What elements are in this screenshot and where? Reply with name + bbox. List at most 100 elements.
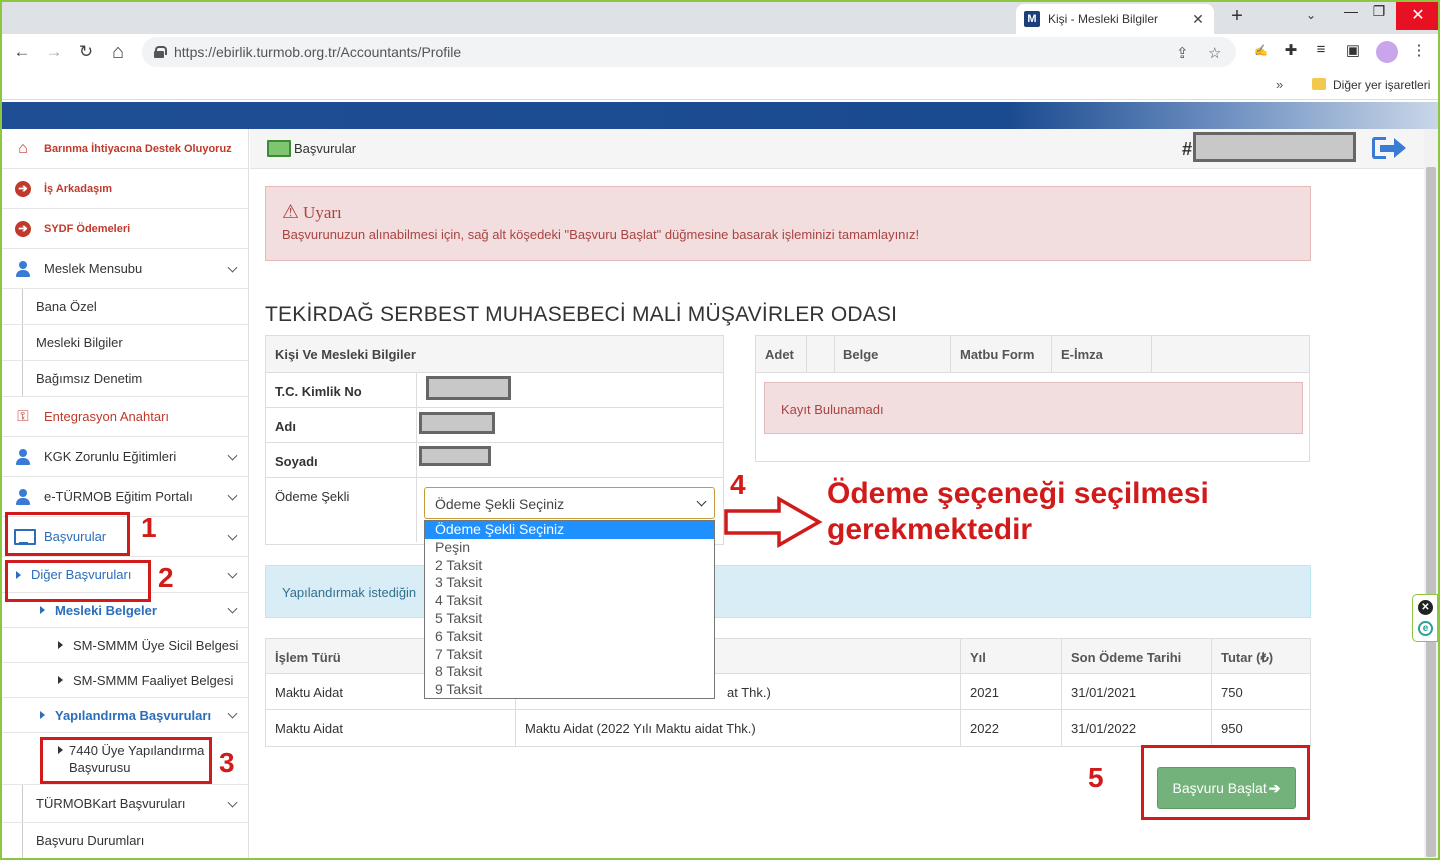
folder-icon[interactable] xyxy=(1312,78,1326,90)
restore-button[interactable]: ❐ xyxy=(1364,3,1394,20)
reading-list-icon[interactable]: ≡ xyxy=(1310,41,1332,58)
documents-header: Adet Belge Matbu Form E-İmza xyxy=(756,336,1309,373)
sidebar-item-label: İş Arkadaşım xyxy=(44,182,113,195)
scroll-thumb[interactable] xyxy=(1426,167,1436,857)
column-header: Adet xyxy=(765,347,794,362)
member-number-prefix: # xyxy=(1182,139,1193,159)
fees-table: İşlem Türü Yıl Son Ödeme Tarihi Tutar (₺… xyxy=(265,638,1311,747)
annotation-box-3 xyxy=(40,737,212,784)
browser-menu-icon[interactable]: ⋮ xyxy=(1408,41,1430,59)
sidebar-item-label: Bağımsız Denetim xyxy=(36,371,143,386)
annotation-callout: Ödeme şeçeneği seçilmesi gerekmektedir xyxy=(827,477,1209,546)
sidebar-item-bana-ozel[interactable]: Bana Özel xyxy=(2,289,248,325)
tab-search-icon[interactable]: ⌄ xyxy=(1306,8,1316,22)
tc-label: T.C. Kimlik No xyxy=(275,384,362,399)
table-cell: 2021 xyxy=(960,674,1060,709)
browser-tab[interactable]: M Kişi - Mesleki Bilgiler ✕ xyxy=(1016,4,1214,34)
sidebar-item-turmobkart[interactable]: TÜRMOBKart Başvuruları xyxy=(2,785,248,823)
sidebar-item-eturmob[interactable]: e-TÜRMOB Eğitim Portalı xyxy=(2,477,248,517)
annotation-number-3: 3 xyxy=(219,747,235,778)
sidebar-item-sydf[interactable]: ➔ SYDF Ödemeleri xyxy=(2,209,248,249)
side-panel-icon[interactable]: ▣ xyxy=(1342,41,1364,59)
user-icon xyxy=(15,260,31,277)
site-banner xyxy=(2,102,1438,129)
sidebar-item-yapilandirma[interactable]: Yapılandırma Başvuruları xyxy=(2,698,248,733)
minimize-button[interactable]: — xyxy=(1336,3,1366,19)
dropdown-option[interactable]: 6 Taksit xyxy=(425,628,714,646)
sidebar-item-housing-support[interactable]: ⌂ Barınma İhtiyacına Destek Oluyoruz xyxy=(2,129,248,169)
dropdown-option[interactable]: 4 Taksit xyxy=(425,592,714,610)
table-row: Maktu Aidat Maktu Aidat (2022 Yılı Maktu… xyxy=(266,710,1310,746)
home-icon[interactable]: ⌂ xyxy=(106,40,130,64)
payment-label: Ödeme Şekli xyxy=(275,489,350,504)
dropdown-option[interactable]: Ödeme Şekli Seçiniz xyxy=(425,521,714,539)
dropdown-option[interactable]: 7 Taksit xyxy=(425,646,714,664)
page-scrollbar[interactable] xyxy=(1424,129,1438,860)
info-bar: Yapılandırmak istediğin xyxy=(265,565,1311,618)
monitor-icon xyxy=(267,140,291,158)
url-text[interactable]: https://ebirlik.turmob.org.tr/Accountant… xyxy=(174,44,461,60)
sidebar-item-label: SM-SMMM Üye Sicil Belgesi xyxy=(73,637,239,653)
dropdown-option[interactable]: 8 Taksit xyxy=(425,663,714,681)
bookmark-star-icon[interactable]: ☆ xyxy=(1208,44,1221,62)
payment-method-select[interactable]: Ödeme Şekli Seçiniz xyxy=(424,487,715,519)
profile-avatar[interactable] xyxy=(1376,41,1398,63)
lock-icon[interactable] xyxy=(154,46,167,58)
dropdown-option[interactable]: 2 Taksit xyxy=(425,557,714,575)
forward-icon[interactable]: → xyxy=(42,40,66,64)
e-logo-icon[interactable]: e xyxy=(1418,621,1433,636)
table-cell: Maktu Aidat xyxy=(275,721,343,736)
sidebar-item-faaliyet-belgesi[interactable]: SM-SMMM Faaliyet Belgesi xyxy=(2,663,248,698)
home-icon: ⌂ xyxy=(18,139,28,157)
warning-icon: ⚠ xyxy=(282,202,300,223)
dropdown-option[interactable]: 9 Taksit xyxy=(425,681,714,699)
alert-message: Başvurunuzun alınabilmesi için, sağ alt … xyxy=(282,227,920,242)
sidebar-item-mesleki-bilgiler[interactable]: Mesleki Bilgiler xyxy=(2,325,248,361)
floating-widget[interactable]: ✕ e xyxy=(1412,594,1438,642)
sidebar-item-label: Meslek Mensubu xyxy=(44,261,143,276)
table-row: Maktu Aidat at Thk.) 2021 31/01/2021 750 xyxy=(266,674,1310,710)
annotation-number-1: 1 xyxy=(141,512,157,543)
new-tab-button[interactable]: + xyxy=(1226,6,1248,28)
chevron-down-icon xyxy=(227,568,238,579)
back-icon[interactable]: ← xyxy=(10,40,34,64)
sidebar-item-sicil-belgesi[interactable]: SM-SMMM Üye Sicil Belgesi xyxy=(2,628,248,663)
column-header: Tutar (₺) xyxy=(1211,639,1311,673)
table-header-row: İşlem Türü Yıl Son Ödeme Tarihi Tutar (₺… xyxy=(266,639,1310,674)
tab-title: Kişi - Mesleki Bilgiler xyxy=(1048,12,1159,26)
sidebar-item-meslek-mensubu[interactable]: Meslek Mensubu xyxy=(2,249,248,289)
dropdown-option[interactable]: 3 Taksit xyxy=(425,574,714,592)
page-title: Başvurular xyxy=(294,141,357,156)
sidebar-item-label: TÜRMOBKart Başvuruları xyxy=(36,796,186,811)
column-header: Son Ödeme Tarihi xyxy=(1061,639,1211,673)
dropdown-option[interactable]: Peşin xyxy=(425,539,714,557)
extensions-icon[interactable]: ✚ xyxy=(1280,41,1302,59)
chevron-down-icon xyxy=(227,262,238,273)
reload-icon[interactable]: ↻ xyxy=(74,40,98,64)
address-bar[interactable]: https://ebirlik.turmob.org.tr/Accountant… xyxy=(142,37,1236,67)
sidebar-item-basvuru-durumlari[interactable]: Başvuru Durumları xyxy=(2,823,248,859)
sidebar-item-kgk[interactable]: KGK Zorunlu Eğitimleri xyxy=(2,437,248,477)
sidebar-item-label: SYDF Ödemeleri xyxy=(44,222,131,235)
sidebar-item-bagimsiz-denetim[interactable]: Bağımsız Denetim xyxy=(2,361,248,397)
sidebar-item-entegrasyon[interactable]: ⚿ Entegrasyon Anahtarı xyxy=(2,397,248,437)
sidebar-item-label: Mesleki Belgeler xyxy=(55,602,157,618)
content-header: Başvurular # xyxy=(250,129,1424,169)
payment-method-dropdown[interactable]: Ödeme Şekli Seçiniz Peşin 2 Taksit 3 Tak… xyxy=(424,520,715,699)
tab-close-icon[interactable]: ✕ xyxy=(1190,11,1206,28)
sidebar-item-is-arkadasim[interactable]: ➔ İş Arkadaşım xyxy=(2,169,248,209)
logout-icon[interactable] xyxy=(1372,135,1406,161)
user-icon xyxy=(15,488,31,505)
sidebar-item-label: Mesleki Bilgiler xyxy=(36,335,123,350)
extension-signature-icon[interactable]: ✍ xyxy=(1250,44,1272,57)
redacted-member-number xyxy=(1193,132,1356,162)
dropdown-option[interactable]: 5 Taksit xyxy=(425,610,714,628)
close-icon[interactable]: ✕ xyxy=(1418,600,1433,615)
chevron-down-icon xyxy=(227,450,238,461)
window-close-button[interactable]: ✕ xyxy=(1396,0,1440,30)
share-icon[interactable]: ⇪ xyxy=(1176,44,1189,62)
tc-row: T.C. Kimlik No xyxy=(266,373,723,408)
bookmarks-overflow-icon[interactable]: » xyxy=(1276,77,1283,92)
other-bookmarks-link[interactable]: Diğer yer işaretleri xyxy=(1333,78,1430,92)
sidebar-item-label: Yapılandırma Başvuruları xyxy=(55,707,212,723)
